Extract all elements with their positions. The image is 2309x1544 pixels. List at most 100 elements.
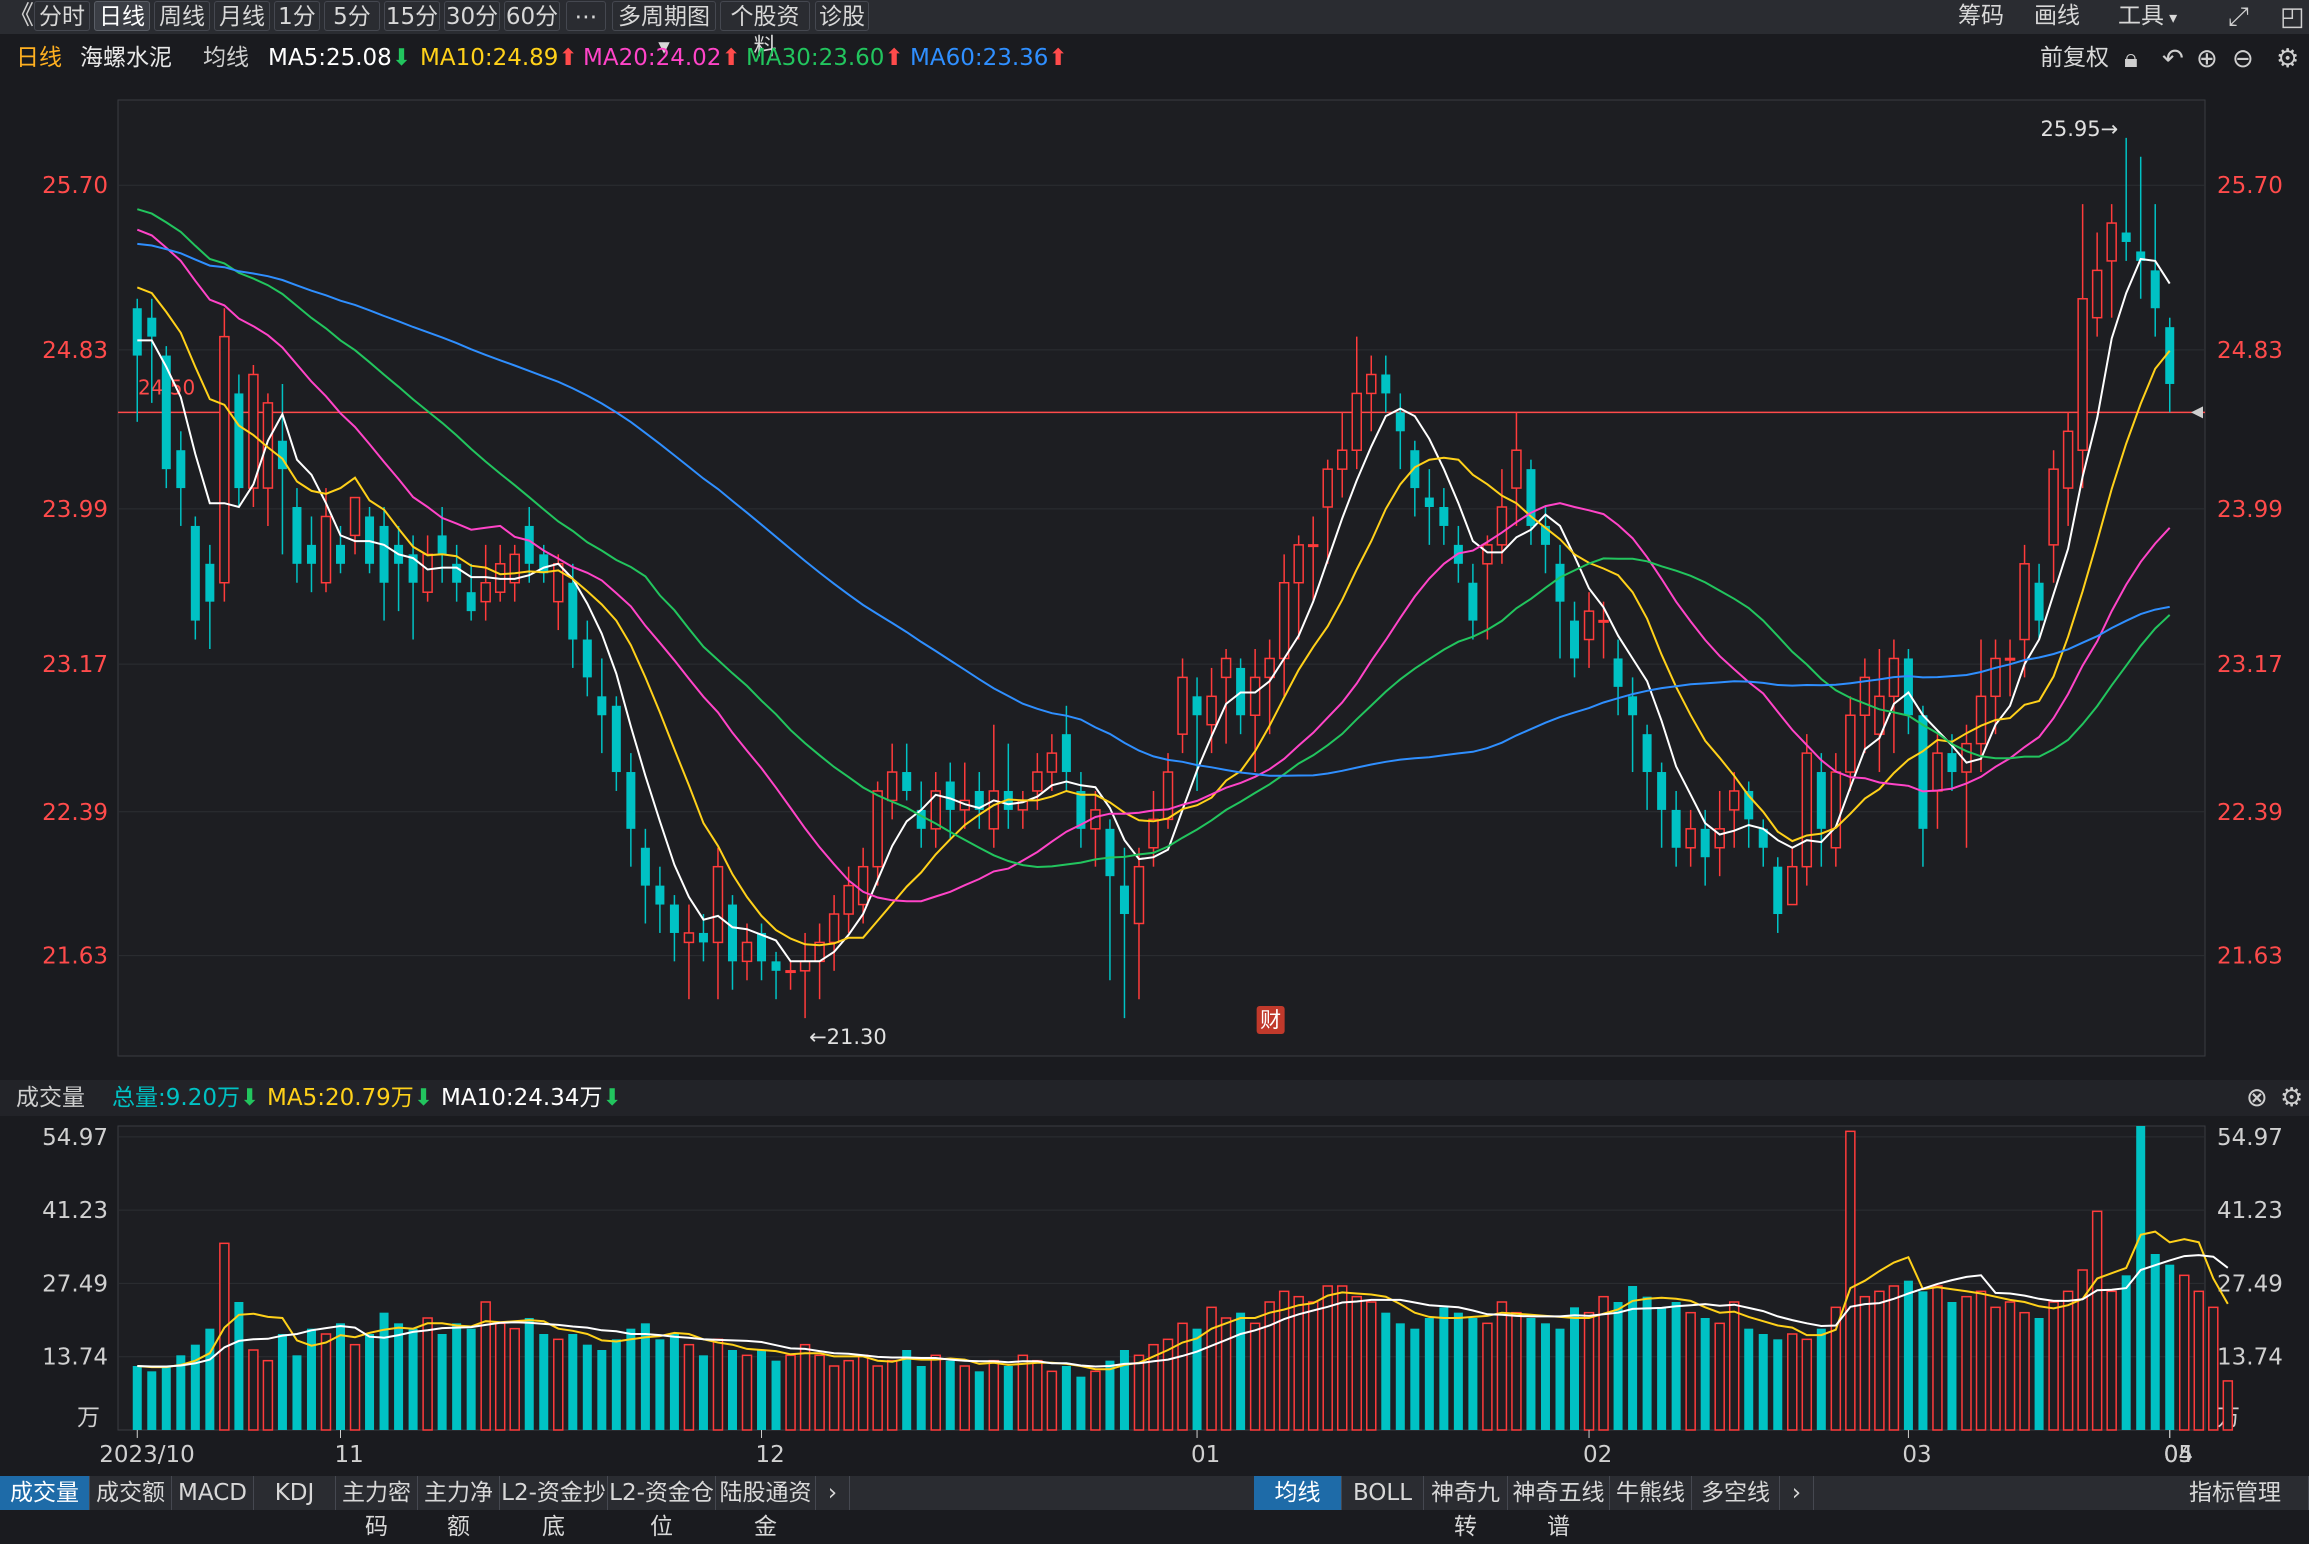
adjust-mode[interactable]: 前复权	[2040, 40, 2109, 76]
down-arrow-icon: ⬇	[602, 1085, 622, 1111]
indicator-manage-button[interactable]: 指标管理	[2162, 1476, 2309, 1510]
candle	[1598, 619, 1609, 623]
candle	[219, 335, 230, 584]
candle	[1570, 620, 1580, 659]
volume-bar	[1657, 1307, 1667, 1430]
tab-9[interactable]: ⋯	[566, 1, 606, 31]
candle	[1787, 865, 1798, 906]
tab-1[interactable]: 日线	[94, 1, 150, 31]
volume-bar	[1162, 1338, 1174, 1431]
chevron-right-icon[interactable]: ›	[1780, 1476, 1814, 1510]
candle	[379, 525, 389, 583]
volume-bar	[277, 1334, 287, 1430]
candle	[437, 535, 447, 555]
volume-bar	[1192, 1328, 1202, 1430]
y-tick-left: 22.39	[42, 800, 108, 826]
indicator-tab-6[interactable]: L2-资金抄底	[500, 1476, 608, 1540]
candle	[857, 865, 869, 906]
overlay-tab-0[interactable]: 均线	[1254, 1476, 1342, 1510]
price-chart[interactable]: 25.70 25.70 24.83 24.83 23.99 23.99 23.17 23.17…	[0, 86, 2309, 1066]
tab-7[interactable]: 30分	[444, 1, 500, 31]
overlay-tab-3[interactable]: 神奇五线谱	[1508, 1476, 1610, 1540]
indicator-tab-7[interactable]: L2-资金仓位	[608, 1476, 716, 1540]
window-icon[interactable]: ◰	[2280, 2, 2305, 32]
volume-bar	[437, 1334, 447, 1430]
tools-button[interactable]: 工具 ▾	[2118, 1, 2177, 31]
volume-bar	[1744, 1328, 1754, 1430]
volume-bar	[1017, 1354, 1029, 1431]
tab-10[interactable]: 多周期图 ▾	[612, 1, 716, 60]
y-tick-right: 23.17	[2217, 652, 2283, 678]
candle	[422, 553, 433, 593]
undo-icon[interactable]: ↶	[2162, 44, 2184, 74]
close-icon[interactable]: ⊗	[2246, 1083, 2268, 1113]
tab-5[interactable]: 5分	[324, 1, 380, 31]
fullscreen-icon[interactable]: ⤢	[2228, 2, 2249, 32]
zoom-out-icon[interactable]: ⊖	[2232, 44, 2254, 74]
volume-bar	[2165, 1264, 2175, 1430]
volume-y-tick-left: 54.97	[42, 1125, 108, 1151]
x-tick-label: 03	[1902, 1442, 1931, 1468]
min-annotation: ←21.30	[809, 1025, 887, 1049]
volume-bar	[872, 1365, 883, 1431]
candle	[480, 581, 491, 603]
candle	[349, 496, 361, 537]
volume-bar	[132, 1366, 142, 1430]
max-annotation: 25.95→	[2040, 117, 2118, 141]
volume-bar	[234, 1302, 244, 1430]
volume-bar	[2136, 1126, 2146, 1430]
indicator-tab-5[interactable]: 主力净额	[418, 1476, 500, 1540]
volume-bar	[336, 1323, 346, 1430]
candle	[828, 913, 840, 944]
overlay-tab-5[interactable]: 多空线	[1692, 1476, 1780, 1510]
collapse-left-icon[interactable]: 《	[8, 1, 34, 31]
tab-0[interactable]: 分时	[34, 1, 90, 31]
indicator-tab-2[interactable]: MACD	[172, 1476, 254, 1510]
volume-bar	[1903, 1280, 1913, 1430]
volume-bar	[1787, 1333, 1798, 1431]
candle	[945, 781, 955, 810]
indicator-tab-4[interactable]: 主力密码	[336, 1476, 418, 1540]
overlay-tab-1[interactable]: BOLL	[1342, 1476, 1424, 1510]
volume-bar	[1628, 1286, 1638, 1430]
volume-bar	[1816, 1328, 1826, 1430]
volume-chart[interactable]: 54.97 54.97 41.23 41.23 27.49 27.49 13.74 13.74…	[0, 1118, 2309, 1476]
volume-bar	[1671, 1302, 1681, 1430]
zoom-in-icon[interactable]: ⊕	[2196, 44, 2218, 74]
tab-8[interactable]: 60分	[504, 1, 560, 31]
overlay-tab-4[interactable]: 牛熊线	[1610, 1476, 1692, 1510]
volume-bar	[1975, 1290, 1987, 1431]
tab-6[interactable]: 15分	[384, 1, 440, 31]
indicator-tab-0[interactable]: 成交量	[0, 1476, 90, 1510]
indicator-tab-3[interactable]: KDJ	[254, 1476, 336, 1510]
overlay-tab-2[interactable]: 神奇九转	[1424, 1476, 1508, 1540]
volume-bar	[568, 1334, 578, 1430]
settings-icon[interactable]: ⚙	[2280, 1083, 2303, 1113]
volume-bar	[524, 1318, 534, 1430]
candle	[683, 932, 695, 944]
volume-bar	[1090, 1370, 1101, 1431]
indicator-tab-1[interactable]: 成交额	[90, 1476, 172, 1510]
candle	[176, 450, 186, 489]
volume-bar	[408, 1328, 418, 1430]
candle	[1293, 544, 1304, 584]
volume-bar	[902, 1350, 912, 1430]
lock-icon[interactable]: 🔒︎	[2124, 44, 2138, 74]
settings-icon[interactable]: ⚙	[2276, 44, 2299, 74]
candle	[190, 525, 200, 621]
chevron-right-icon[interactable]: ›	[816, 1476, 850, 1510]
volume-bar	[1526, 1318, 1536, 1430]
volume-bar	[248, 1349, 259, 1431]
candle	[1336, 449, 1348, 470]
draw-button[interactable]: 画线	[2034, 1, 2080, 31]
volume-bar	[2222, 1380, 2234, 1431]
tab-12[interactable]: 诊股	[815, 1, 869, 31]
indicator-tab-8[interactable]: 陆股通资金	[716, 1476, 816, 1540]
tab-4[interactable]: 1分	[274, 1, 320, 31]
candle	[1728, 790, 1740, 811]
chips-button[interactable]: 筹码	[1958, 1, 2004, 31]
candle	[1628, 696, 1638, 716]
tab-2[interactable]: 周线	[154, 1, 210, 31]
tab-11[interactable]: 个股资料	[720, 1, 810, 60]
tab-3[interactable]: 月线	[214, 1, 270, 31]
